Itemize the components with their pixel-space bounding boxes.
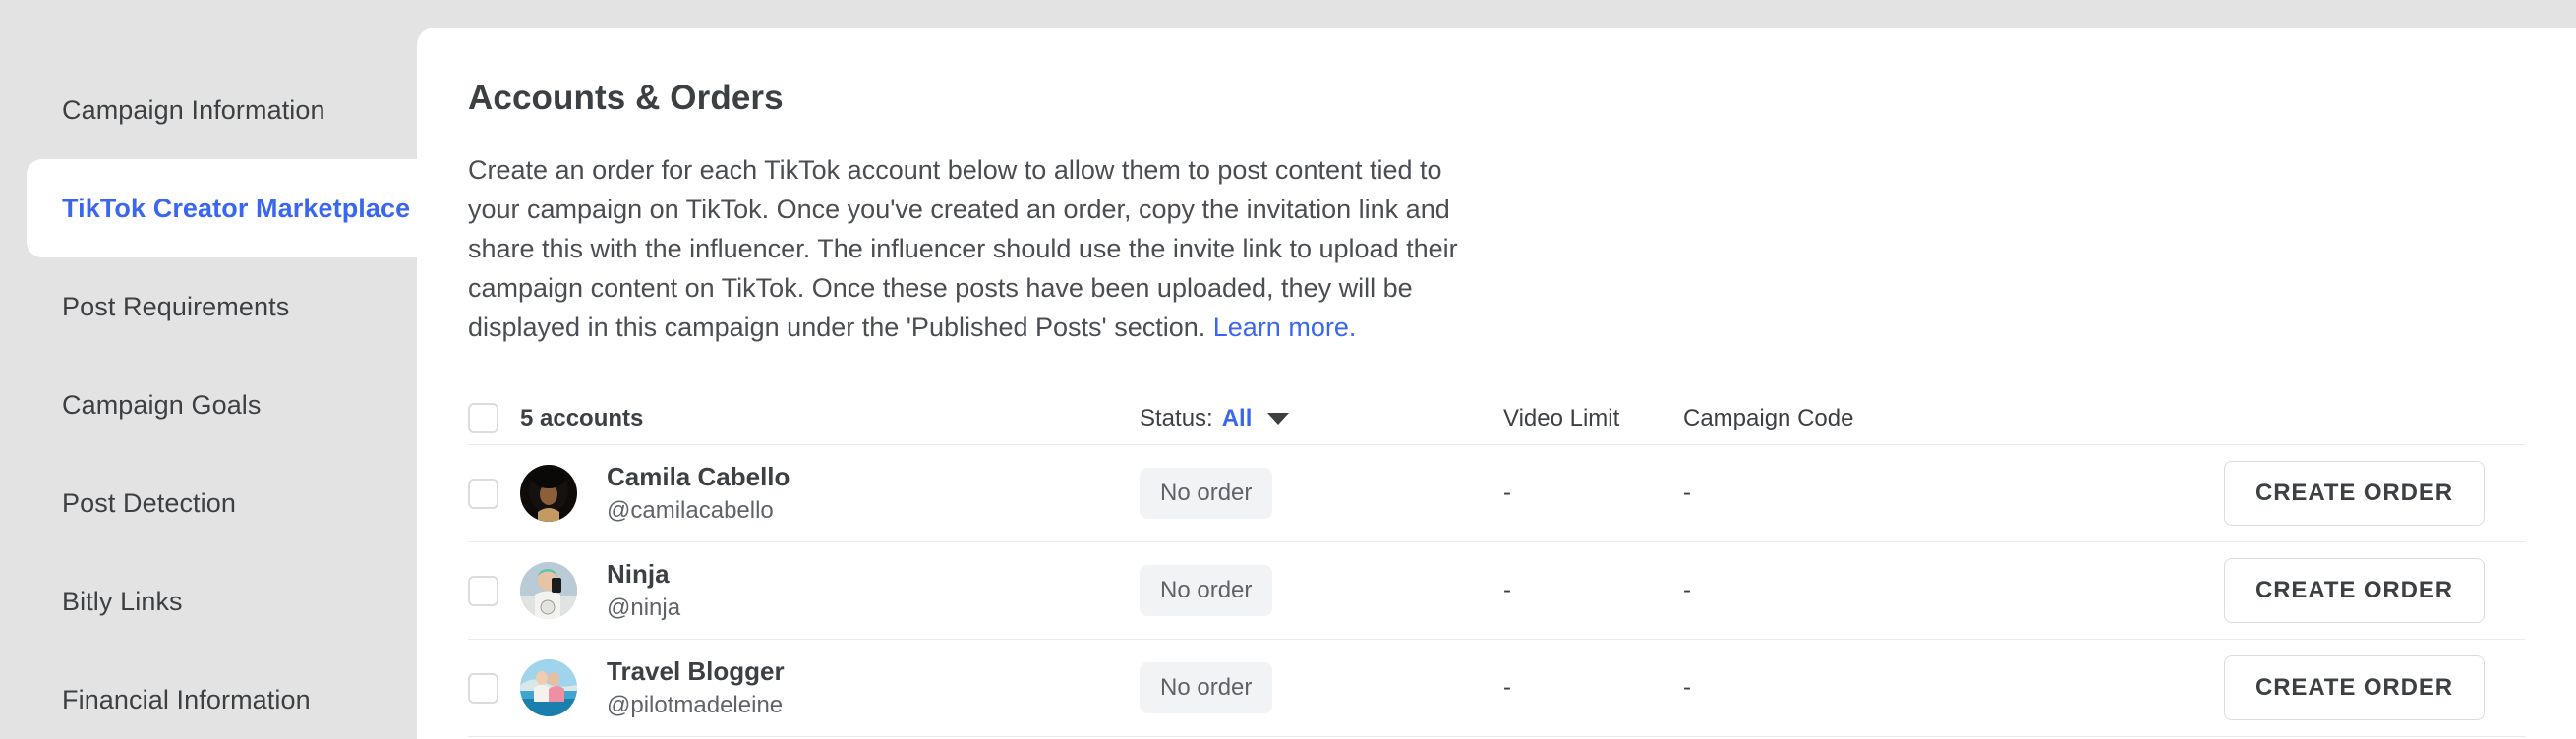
create-order-button[interactable]: CREATE ORDER xyxy=(2223,558,2485,623)
account-name: Camila Cabello xyxy=(607,461,790,491)
account-name: Ninja xyxy=(607,558,670,589)
action-cell: CREATE ORDER xyxy=(2175,655,2525,720)
account-handle: @ninja xyxy=(607,594,681,621)
create-order-button[interactable]: CREATE ORDER xyxy=(2223,461,2485,526)
sidebar-item-bitly-links[interactable]: Bitly Links xyxy=(0,552,417,651)
avatar xyxy=(520,658,577,716)
account-name: Travel Blogger xyxy=(607,655,785,686)
main-panel: Accounts & Orders Create an order for ea… xyxy=(417,28,2576,739)
video-limit-value: - xyxy=(1503,577,1511,603)
row-select-cell xyxy=(468,478,520,509)
create-order-button[interactable]: CREATE ORDER xyxy=(2223,655,2485,720)
account-text: Camila Cabello @camilacabello xyxy=(607,461,790,524)
status-badge: No order xyxy=(1140,565,1273,616)
sidebar-item-label: Post Requirements xyxy=(62,291,290,321)
learn-more-link[interactable]: Learn more. xyxy=(1213,313,1357,342)
status-cell: No order xyxy=(1140,565,1503,616)
account-handle: @pilotmadeleine xyxy=(607,691,784,718)
table-row: Ninja @ninja No order - - CREATE ORDER xyxy=(468,542,2525,640)
status-badge: No order xyxy=(1140,662,1273,713)
status-filter-dropdown[interactable]: Status: All xyxy=(1140,404,1290,432)
status-filter-cell: Status: All xyxy=(1140,405,1503,432)
sidebar: Campaign Information TikTok Creator Mark… xyxy=(0,0,417,739)
select-all-cell xyxy=(468,403,520,433)
table-row: Travel Blogger @pilotmadeleine No order … xyxy=(468,640,2525,737)
page-title: Accounts & Orders xyxy=(468,79,784,117)
account-count-label: 5 accounts xyxy=(520,404,644,431)
row-select-cell xyxy=(468,575,520,606)
sidebar-item-label: Campaign Goals xyxy=(62,389,262,420)
status-badge: No order xyxy=(1140,468,1273,519)
campaign-code-value: - xyxy=(1683,674,1691,701)
account-cell: Travel Blogger @pilotmadeleine xyxy=(520,655,1140,718)
row-select-cell xyxy=(468,672,520,704)
table-row: Camila Cabello @camilacabello No order -… xyxy=(468,445,2525,542)
campaign-code-header: Campaign Code xyxy=(1683,404,1854,431)
select-all-checkbox[interactable] xyxy=(468,403,498,433)
action-cell: CREATE ORDER xyxy=(2175,558,2525,623)
account-handle: @camilacabello xyxy=(607,496,774,524)
row-checkbox[interactable] xyxy=(468,672,498,704)
sidebar-item-tiktok-creator-marketplace[interactable]: TikTok Creator Marketplace xyxy=(27,159,417,257)
account-cell: Ninja @ninja xyxy=(520,558,1140,621)
row-checkbox[interactable] xyxy=(468,478,498,509)
account-text: Ninja @ninja xyxy=(607,558,681,621)
sidebar-item-label: Bitly Links xyxy=(62,586,183,616)
sidebar-item-campaign-information[interactable]: Campaign Information xyxy=(0,61,417,159)
sidebar-item-label: Campaign Information xyxy=(62,94,325,125)
app-root: Campaign Information TikTok Creator Mark… xyxy=(0,0,2576,739)
avatar xyxy=(520,464,577,522)
status-cell: No order xyxy=(1140,468,1503,519)
account-cell: Camila Cabello @camilacabello xyxy=(520,461,1140,524)
account-text: Travel Blogger @pilotmadeleine xyxy=(607,655,785,718)
accounts-table: 5 accounts Status: All Video Limit Campa… xyxy=(468,392,2525,737)
section-description: Create an order for each TikTok account … xyxy=(468,150,1489,347)
chevron-down-icon xyxy=(1267,412,1290,425)
account-count-cell: 5 accounts xyxy=(520,405,1140,432)
status-filter-label: Status: xyxy=(1140,404,1213,431)
campaign-code-value: - xyxy=(1683,480,1691,506)
sidebar-item-label: TikTok Creator Marketplace xyxy=(62,193,411,223)
status-filter-value: All xyxy=(1221,404,1253,431)
status-cell: No order xyxy=(1140,662,1503,713)
campaign-code-value: - xyxy=(1683,577,1691,603)
video-limit-value: - xyxy=(1503,480,1511,506)
sidebar-item-campaign-goals[interactable]: Campaign Goals xyxy=(0,356,417,454)
video-limit-header: Video Limit xyxy=(1503,404,1620,431)
sidebar-item-post-requirements[interactable]: Post Requirements xyxy=(0,257,417,356)
sidebar-item-financial-information[interactable]: Financial Information xyxy=(0,651,417,739)
sidebar-item-label: Post Detection xyxy=(62,487,236,518)
action-cell: CREATE ORDER xyxy=(2175,461,2525,526)
table-header-row: 5 accounts Status: All Video Limit Campa… xyxy=(468,392,2525,445)
sidebar-item-label: Financial Information xyxy=(62,684,311,714)
avatar xyxy=(520,561,577,619)
row-checkbox[interactable] xyxy=(468,575,498,606)
video-limit-value: - xyxy=(1503,674,1511,701)
sidebar-item-post-detection[interactable]: Post Detection xyxy=(0,454,417,552)
